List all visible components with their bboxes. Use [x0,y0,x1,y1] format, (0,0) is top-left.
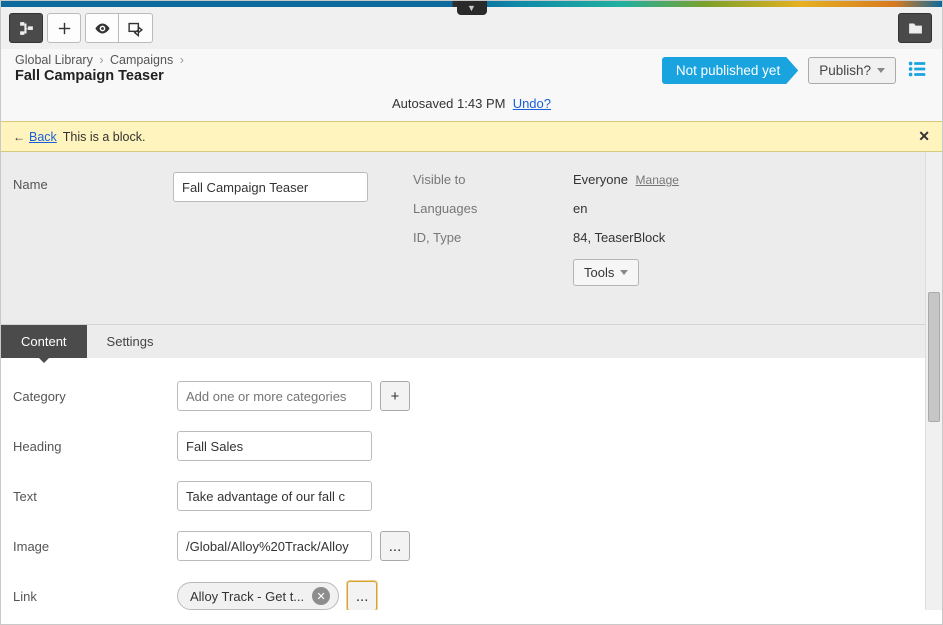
text-input[interactable] [177,481,372,511]
visible-to-value: Everyone [573,172,628,187]
category-input[interactable] [177,381,372,411]
link-browse-button[interactable]: ... [347,581,377,610]
publish-label: Publish? [819,63,871,78]
visible-to-label: Visible to [413,172,573,187]
name-label: Name [13,172,173,192]
chevron-down-icon [877,68,885,73]
chevron-right-icon: › [180,53,184,67]
header-row: Global Library › Campaigns › Fall Campai… [1,49,942,92]
breadcrumb-item[interactable]: Global Library [15,53,93,67]
heading-label: Heading [13,439,177,454]
name-input[interactable] [173,172,368,202]
autosave-status: Autosaved 1:43 PM Undo? [1,92,942,121]
back-arrow-icon: ← [13,130,25,144]
page-title: Fall Campaign Teaser [15,68,662,84]
image-label: Image [13,539,177,554]
link-chip-text: Alloy Track - Get t... [190,589,304,604]
top-menu-toggle[interactable]: ▼ [457,1,487,15]
banner-message: This is a block. [63,130,146,144]
image-input[interactable] [177,531,372,561]
scrollbar-thumb[interactable] [928,292,940,422]
link-label: Link [13,589,177,604]
page-tree-button[interactable] [9,13,43,43]
add-button[interactable] [47,13,81,43]
link-chip[interactable]: Alloy Track - Get t... ✕ [177,582,339,610]
undo-link[interactable]: Undo? [513,96,551,111]
heading-input[interactable] [177,431,372,461]
text-label: Text [13,489,177,504]
tab-content[interactable]: Content [1,325,87,358]
image-browse-button[interactable]: ... [380,531,410,561]
chevron-down-icon [620,270,628,275]
content-form: Category + Heading Text [1,358,925,610]
preview-button[interactable] [85,13,119,43]
status-badge: Not published yet [662,57,798,84]
chevron-right-icon: › [99,53,103,67]
tools-button[interactable]: Tools [573,259,639,286]
manage-link[interactable]: Manage [636,173,679,187]
add-category-button[interactable]: + [380,381,410,411]
languages-label: Languages [413,201,573,216]
category-label: Category [13,389,177,404]
tab-settings[interactable]: Settings [87,325,174,358]
scrollbar[interactable] [925,152,942,610]
breadcrumb[interactable]: Global Library › Campaigns › [15,53,662,67]
info-panel: Name Visible to Everyone Manage Language… [1,152,925,325]
languages-value: en [573,201,587,216]
idtype-value: 84, TeaserBlock [573,230,665,245]
tab-strip: Content Settings [1,325,925,358]
publish-button[interactable]: Publish? [808,57,896,84]
compare-button[interactable] [119,13,153,43]
remove-link-icon[interactable]: ✕ [312,587,330,605]
info-banner: ← Back This is a block. ✕ [1,121,942,152]
close-icon[interactable]: ✕ [918,128,930,145]
assets-pane-button[interactable] [898,13,932,43]
idtype-label: ID, Type [413,230,573,245]
breadcrumb-item[interactable]: Campaigns [110,53,173,67]
back-link[interactable]: Back [29,130,57,144]
options-list-button[interactable] [906,58,928,83]
